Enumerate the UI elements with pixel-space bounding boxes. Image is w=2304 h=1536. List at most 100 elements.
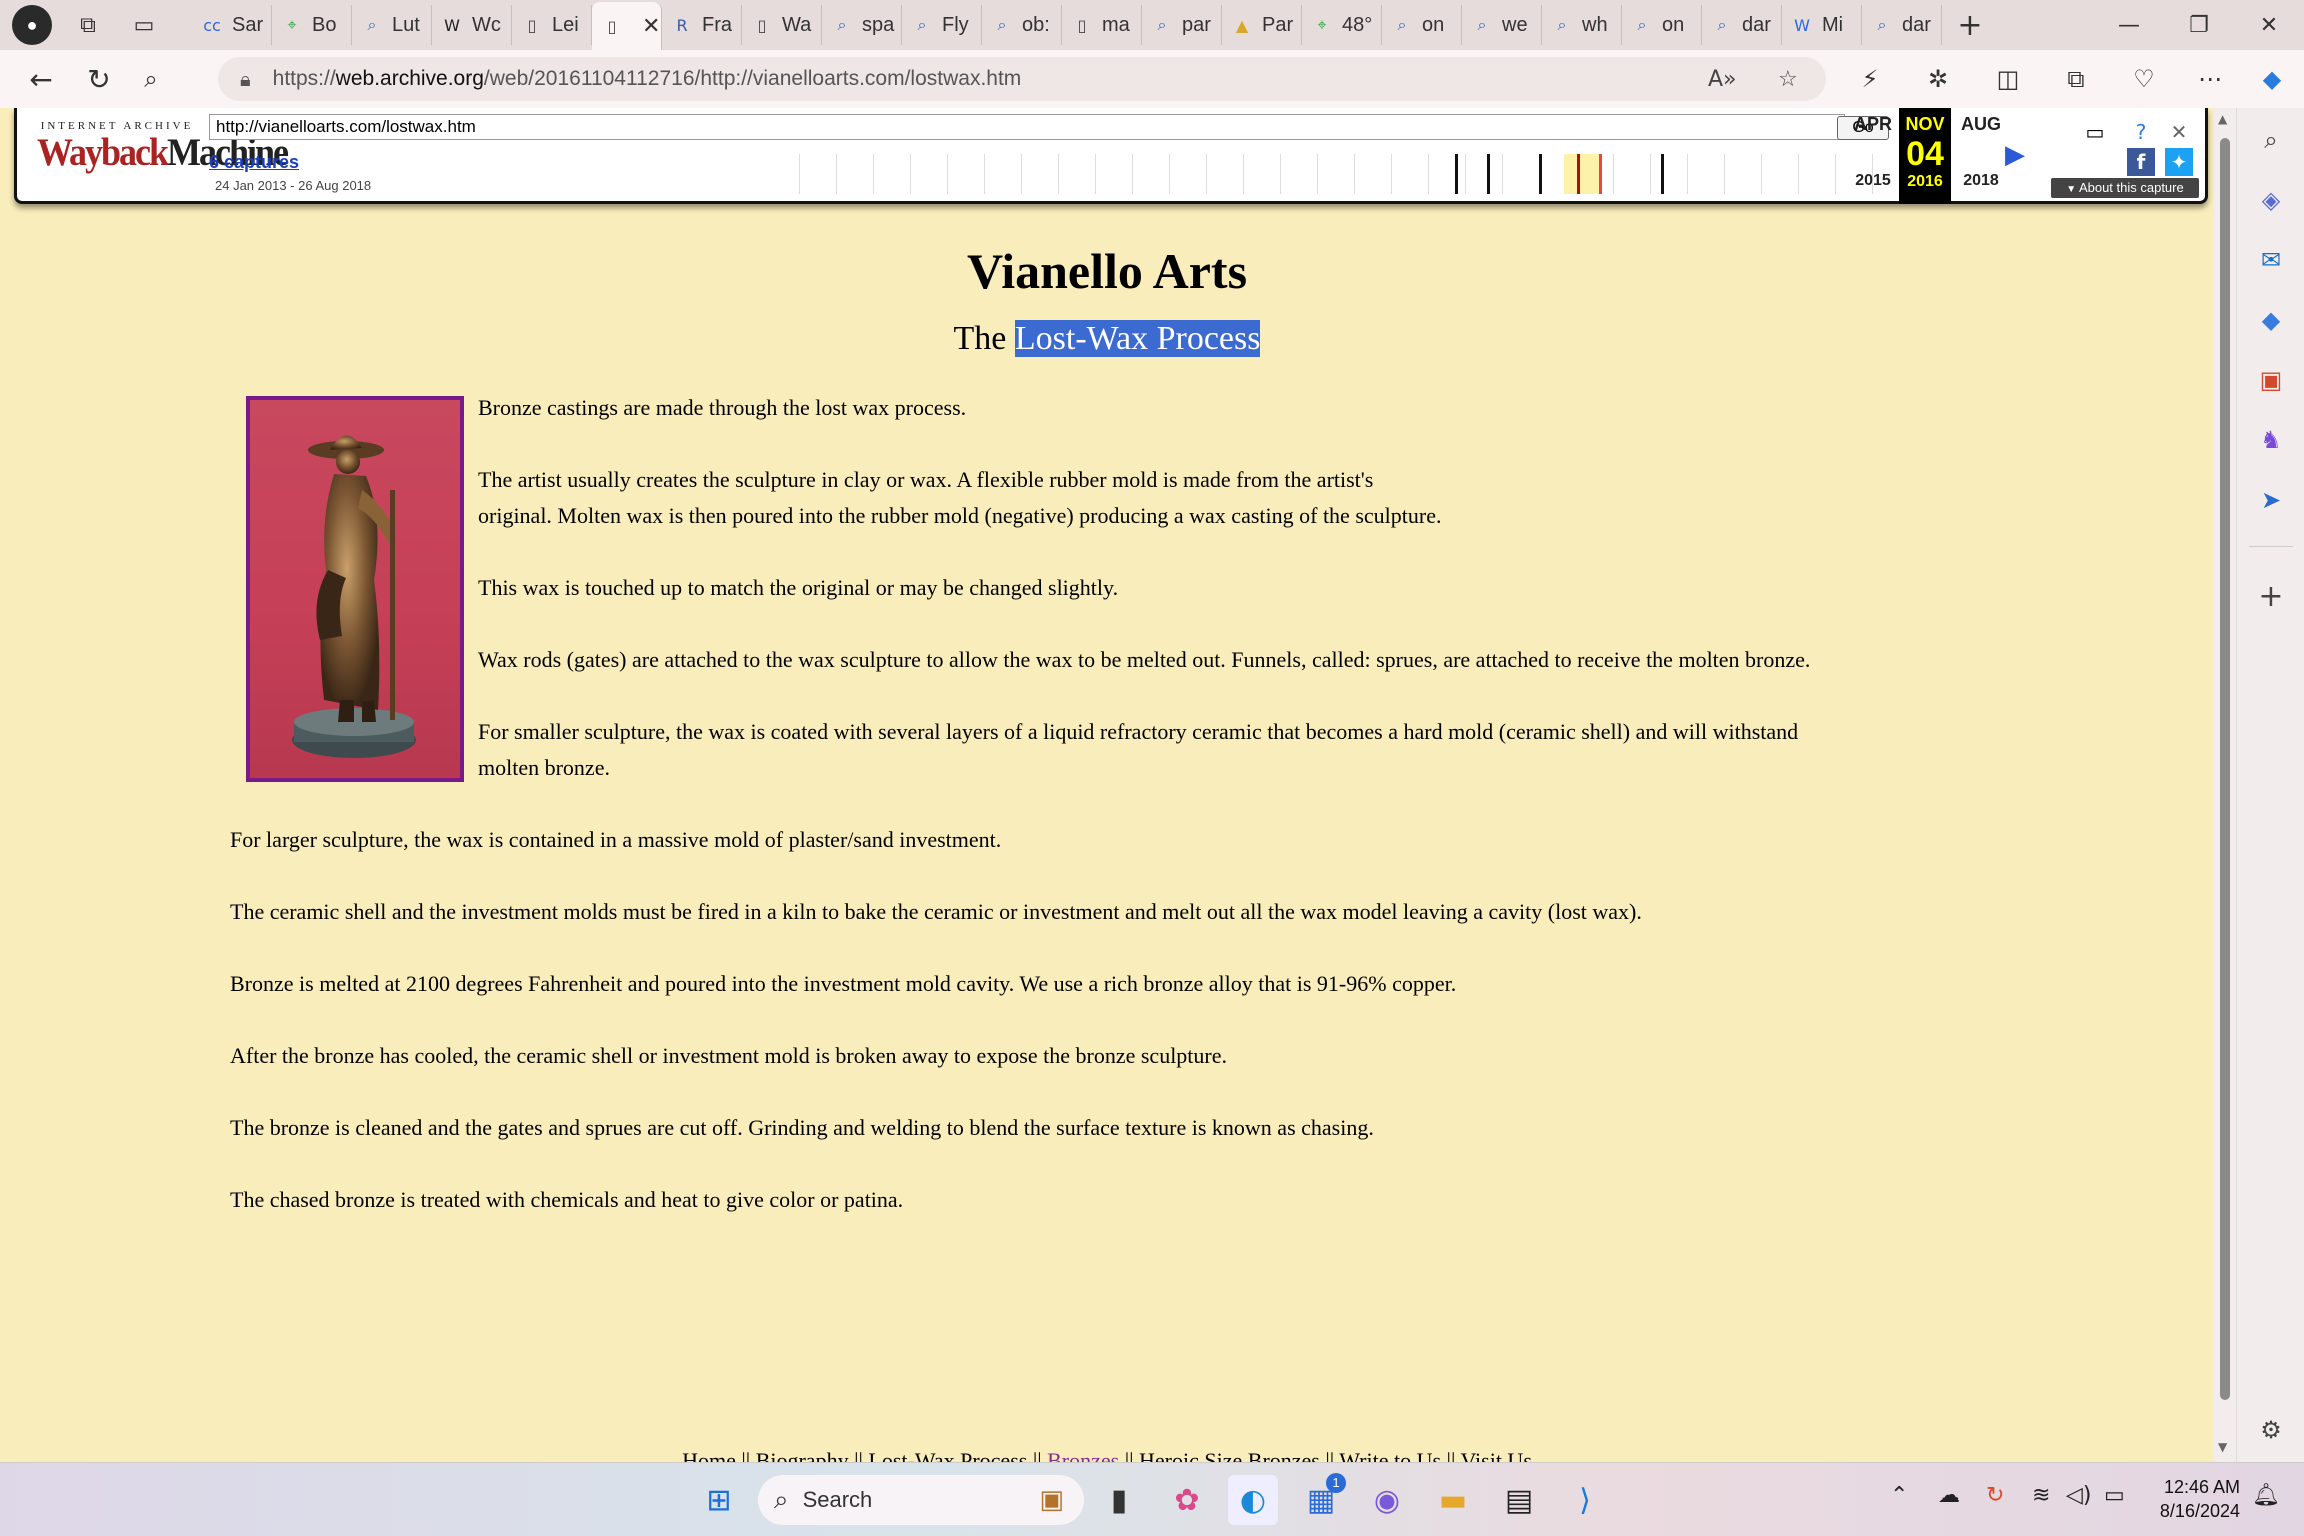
about-capture-button[interactable]: ▼ About this capture — [2051, 178, 2199, 198]
split-screen-icon[interactable]: ◫ — [1984, 55, 2032, 103]
system-clock[interactable]: 12:46 AM 8/16/2024 — [2150, 1475, 2240, 1523]
browser-tab[interactable]: ⌖ 48° — [1302, 5, 1382, 45]
refresh-button[interactable]: ↻ — [74, 54, 124, 104]
games-icon[interactable]: ♞ — [2249, 418, 2293, 462]
copilot-assistant-icon[interactable]: ◉ — [1362, 1475, 1412, 1525]
browser-tab[interactable]: ⌕ dar — [1702, 5, 1782, 45]
close-tab-icon[interactable]: ✕ — [642, 13, 660, 39]
capture-bar[interactable] — [1661, 154, 1664, 194]
browser-tab[interactable]: ▯ ma — [1062, 5, 1142, 45]
scroll-down-icon[interactable]: ▼ — [2218, 1440, 2227, 1454]
footer-link-visit[interactable]: Visit Us — [1460, 1448, 1531, 1462]
capture-bar[interactable] — [1487, 154, 1490, 194]
volume-icon[interactable]: ◁) — [2066, 1483, 2092, 1508]
help-icon[interactable]: ? — [2127, 118, 2155, 146]
minimize-button[interactable]: — — [2094, 0, 2164, 50]
footer-link-bronzes[interactable]: Bronzes — [1047, 1448, 1119, 1462]
copilot-app-icon[interactable]: ✿ — [1162, 1475, 1212, 1525]
browser-tab[interactable]: W Wc — [432, 5, 512, 45]
browser-tab[interactable]: ⌕ on — [1622, 5, 1702, 45]
new-tab-button[interactable]: + — [1950, 5, 1990, 45]
notifications-icon[interactable]: 🔔︎ — [2252, 1483, 2280, 1508]
prev-month[interactable]: APR — [1847, 114, 1899, 135]
browser-tab[interactable]: R Fra — [662, 5, 742, 45]
tools-briefcase-icon[interactable]: ▣ — [2249, 358, 2293, 402]
facebook-icon[interactable]: f — [2127, 148, 2155, 176]
browser-tab[interactable]: ▯ Wa — [742, 5, 822, 45]
back-button[interactable]: ← — [16, 54, 66, 104]
profile-avatar[interactable]: ● — [12, 5, 52, 45]
browser-tab[interactable]: ⌕ we — [1462, 5, 1542, 45]
close-window-button[interactable]: ✕ — [2234, 0, 2304, 50]
shopping-tag-icon[interactable]: ◆ — [2249, 298, 2293, 342]
favorite-star-icon[interactable]: ☆ — [1778, 57, 1798, 101]
outlook-icon[interactable]: ✉ — [2249, 238, 2293, 282]
tray-chevron-icon[interactable]: ⌃ — [1890, 1483, 1908, 1508]
browser-essentials-icon[interactable]: ♡ — [2120, 55, 2168, 103]
next-capture-arrow-icon[interactable]: ▶ — [2005, 140, 2025, 170]
capture-bar[interactable] — [1455, 154, 1458, 194]
twitter-icon[interactable]: ✦ — [2165, 148, 2193, 176]
lock-icon[interactable]: 🔒︎ — [240, 67, 251, 91]
scroll-thumb[interactable] — [2220, 138, 2230, 1400]
extensions-icon[interactable]: ✲ — [1914, 55, 1962, 103]
sidebar-search-icon[interactable]: ⌕ — [2249, 118, 2293, 162]
browser-tab[interactable]: ▯ ✕ — [592, 2, 662, 50]
browser-tab[interactable]: ▯ Lei — [512, 5, 592, 45]
sync-icon[interactable]: ↻ — [1986, 1483, 2004, 1508]
capture-sparkline[interactable] — [799, 154, 1899, 194]
browser-tab[interactable]: ⌕ Fly — [902, 5, 982, 45]
workspaces-icon[interactable]: ⧉ — [68, 5, 108, 45]
footer-link-biography[interactable]: Biography — [756, 1448, 849, 1462]
search-icon[interactable]: ⌕ — [126, 54, 176, 104]
browser-tab[interactable]: cc Sar — [192, 5, 272, 45]
performance-icon[interactable]: ⚡︎ — [1846, 55, 1894, 103]
footer-link-lost-wax[interactable]: Lost-Wax Process — [868, 1448, 1027, 1462]
address-bar[interactable]: 🔒︎ https://web.archive.org/web/201611041… — [218, 57, 1826, 101]
sidebar-settings-icon[interactable]: ⚙ — [2249, 1408, 2293, 1452]
capture-bar[interactable] — [1599, 154, 1602, 194]
next-year[interactable]: 2018 — [1955, 172, 2007, 190]
captures-link[interactable]: 6 captures — [209, 152, 299, 173]
browser-tab[interactable]: ⌕ ob: — [982, 5, 1062, 45]
browser-tab[interactable]: ⌕ spa — [822, 5, 902, 45]
browser-tab[interactable]: ⌕ par — [1142, 5, 1222, 45]
copilot-icon[interactable]: ◆ — [2248, 55, 2296, 103]
browser-tab[interactable]: ⌖ Bo — [272, 5, 352, 45]
scroll-up-icon[interactable]: ▲ — [2218, 112, 2227, 126]
terminal-icon[interactable]: ▤ — [1494, 1475, 1544, 1525]
task-view-icon[interactable]: ▮ — [1094, 1475, 1144, 1525]
footer-link-home[interactable]: Home — [682, 1448, 736, 1462]
edge-app-icon[interactable]: ◐ — [1228, 1475, 1278, 1525]
onedrive-icon[interactable]: ☁ — [1938, 1483, 1960, 1508]
send-icon[interactable]: ➤ — [2249, 478, 2293, 522]
vscode-icon[interactable]: ⟩ — [1560, 1475, 1610, 1525]
read-aloud-icon[interactable]: A» — [1708, 57, 1737, 101]
browser-tab[interactable]: ⌕ Lut — [352, 5, 432, 45]
collections-icon[interactable]: ⧉ — [2052, 55, 2100, 103]
add-sidebar-app-icon[interactable]: + — [2249, 574, 2293, 618]
wifi-icon[interactable]: ≋ — [2032, 1483, 2050, 1508]
file-explorer-icon[interactable]: ▬ — [1428, 1475, 1478, 1525]
footer-link-write[interactable]: Write to Us — [1339, 1448, 1441, 1462]
more-options-icon[interactable]: ⋯ — [2186, 55, 2234, 103]
start-icon[interactable]: ⊞ — [694, 1475, 744, 1525]
capture-bar[interactable] — [1577, 154, 1580, 194]
tab-actions-icon[interactable]: ▭ — [124, 5, 164, 45]
footer-link-heroic[interactable]: Heroic Size Bronzes — [1139, 1448, 1320, 1462]
browser-tab[interactable]: ⌕ on — [1382, 5, 1462, 45]
calendar-icon[interactable]: ▭ — [2081, 118, 2109, 146]
capture-bar[interactable] — [1539, 154, 1542, 194]
next-month[interactable]: AUG — [1955, 114, 2007, 135]
wayback-logo[interactable]: INTERNET ARCHIVE WaybackMachine — [37, 120, 289, 174]
prev-year[interactable]: 2015 — [1847, 172, 1899, 190]
browser-tab[interactable]: ⌕ wh — [1542, 5, 1622, 45]
wayback-url-input[interactable] — [209, 114, 1845, 140]
browser-tab[interactable]: ⌕ dar — [1862, 5, 1942, 45]
browser-tab[interactable]: W Mi — [1782, 5, 1862, 45]
taskbar-search[interactable]: ⌕ Search ▣ — [758, 1475, 1084, 1525]
close-toolbar-icon[interactable]: ✕ — [2165, 118, 2193, 146]
browser-tab[interactable]: ▲ Par — [1222, 5, 1302, 45]
battery-icon[interactable]: ▭ — [2104, 1483, 2125, 1508]
copilot-sidebar-icon[interactable]: ◈ — [2249, 178, 2293, 222]
